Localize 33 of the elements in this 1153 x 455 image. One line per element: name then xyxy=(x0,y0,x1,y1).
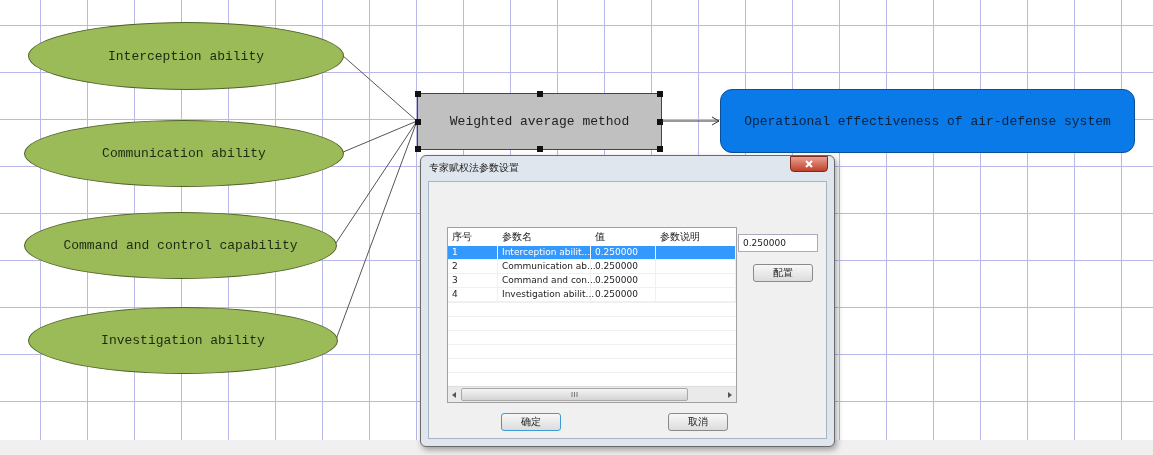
table-cell: Interception abilit... xyxy=(498,246,591,259)
column-header[interactable]: 序号 xyxy=(448,228,498,246)
arrow xyxy=(662,116,720,126)
horizontal-scrollbar[interactable] xyxy=(448,386,736,402)
table-cell: 4 xyxy=(448,288,498,301)
scroll-right-icon[interactable] xyxy=(727,391,732,398)
scroll-thumb[interactable] xyxy=(461,388,688,401)
table-cell: 0.250000 xyxy=(591,246,656,259)
table-cell: 3 xyxy=(448,274,498,287)
output-node: Operational effectiveness of air-defense system xyxy=(720,89,1135,153)
column-header[interactable]: 参数说明 xyxy=(656,228,736,246)
ability-node: Communication ability xyxy=(24,120,344,187)
table-row[interactable]: 4 Investigation abilit...0.250000 xyxy=(448,288,736,302)
dialog-title: 专家赋权法参数设置 xyxy=(429,161,519,175)
close-button[interactable] xyxy=(790,156,828,172)
table-cell: Investigation abilit... xyxy=(498,288,591,301)
table-cell: 2 xyxy=(448,260,498,273)
table-cell: 1 xyxy=(448,246,498,259)
ability-node: Interception ability xyxy=(28,22,344,90)
scroll-left-icon[interactable] xyxy=(452,391,457,398)
method-node: Weighted average method xyxy=(417,93,662,150)
column-header[interactable]: 参数名 xyxy=(498,228,591,246)
table-row[interactable]: 3 Command and con...0.250000 xyxy=(448,274,736,288)
grip-icon xyxy=(571,392,578,397)
column-header[interactable]: 值 xyxy=(591,228,656,246)
ability-node: Investigation ability xyxy=(28,307,338,374)
ability-node: Command and control capability xyxy=(24,212,337,279)
cancel-button[interactable]: 取消 xyxy=(668,413,728,431)
table-row[interactable]: 2 Communication ab...0.250000 xyxy=(448,260,736,274)
ok-button[interactable]: 确定 xyxy=(501,413,561,431)
configure-button[interactable]: 配置 xyxy=(753,264,813,282)
value-field[interactable]: 0.250000 xyxy=(738,234,818,252)
close-icon xyxy=(805,160,813,168)
